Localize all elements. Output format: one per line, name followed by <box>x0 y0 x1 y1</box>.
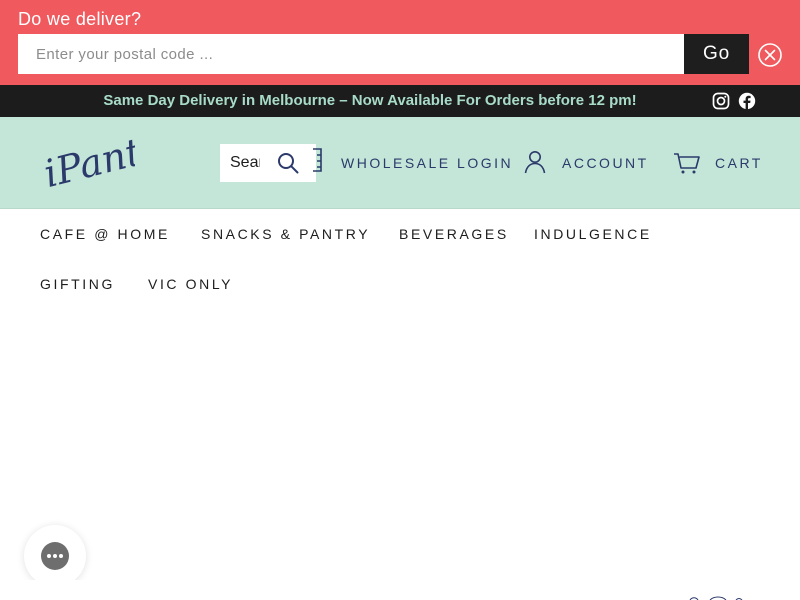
delivery-title: Do we deliver? <box>18 9 142 29</box>
chat-launcher-button[interactable] <box>24 525 86 587</box>
account-icon[interactable] <box>524 150 546 174</box>
nav-item-gifting[interactable]: GIFTING <box>40 276 115 292</box>
search-input[interactable] <box>220 144 260 182</box>
ipantry-logo[interactable]: iPantry <box>40 133 135 193</box>
announcement-bar: Same Day Delivery in Melbourne – Now Ava… <box>0 85 800 117</box>
postal-code-input[interactable] <box>18 34 685 74</box>
nav-item-cafe-at-home[interactable]: CAFE @ HOME <box>40 226 170 242</box>
nav-item-indulgence[interactable]: INDULGENCE <box>534 226 652 242</box>
nav-item-snacks-pantry[interactable]: SNACKS & PANTRY <box>201 226 370 242</box>
nav-item-beverages[interactable]: BEVERAGES <box>399 226 509 242</box>
nav-item-vic-only[interactable]: VIC ONLY <box>148 276 233 292</box>
cart-icon[interactable] <box>673 151 701 175</box>
page-bottom-fade <box>0 580 800 600</box>
site-header: iPantry WHOLESALE LOGIN ACCOUNT CART <box>0 117 800 209</box>
logo-text: iPantry <box>40 133 135 193</box>
chat-bubble-icon <box>41 542 69 570</box>
wholesale-icon <box>313 148 322 172</box>
search-box[interactable] <box>220 144 316 182</box>
partial-bottom-element <box>689 596 743 600</box>
cart-link[interactable]: CART <box>715 155 763 171</box>
go-button[interactable]: Go <box>684 34 749 74</box>
facebook-icon[interactable] <box>738 92 756 110</box>
announcement-text: Same Day Delivery in Melbourne – Now Ava… <box>103 92 637 109</box>
delivery-banner: Do we deliver? Go <box>0 0 800 85</box>
close-circle-icon[interactable] <box>758 43 782 67</box>
search-icon[interactable] <box>276 151 300 175</box>
instagram-icon[interactable] <box>712 92 730 110</box>
wholesale-login-link[interactable]: WHOLESALE LOGIN <box>341 155 513 171</box>
account-link[interactable]: ACCOUNT <box>562 155 649 171</box>
